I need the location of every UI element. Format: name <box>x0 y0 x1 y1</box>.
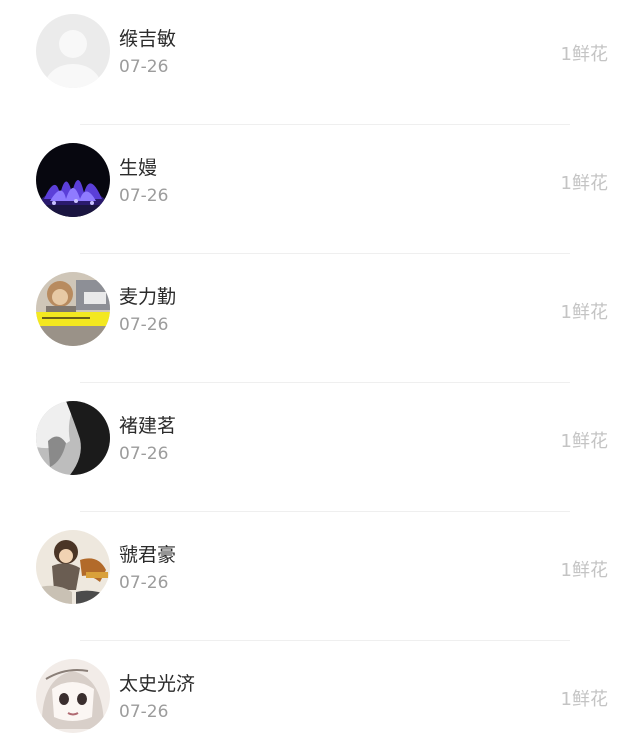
user-name[interactable]: 褚建茗 <box>119 411 176 438</box>
user-name[interactable]: 缑吉敏 <box>119 24 176 51</box>
grayscale-sketch-avatar[interactable] <box>36 401 110 475</box>
sketch-portrait-icon <box>36 401 110 475</box>
fountain-image-icon <box>36 143 110 217</box>
user-name[interactable]: 太史光济 <box>119 669 195 696</box>
manga-girl-icon <box>36 659 110 733</box>
fountain-night-avatar[interactable] <box>36 143 110 217</box>
flower-count: 1鲜花 <box>560 689 608 710</box>
user-name[interactable]: 虢君豪 <box>119 540 176 567</box>
default-avatar-icon[interactable] <box>36 14 110 88</box>
row-divider <box>80 253 570 254</box>
gift-date: 07-26 <box>119 186 169 206</box>
list-item[interactable]: 麦力勤 07-26 1鲜花 <box>0 258 640 387</box>
list-item[interactable]: 虢君豪 07-26 1鲜花 <box>0 516 640 645</box>
flower-count: 1鲜花 <box>560 560 608 581</box>
flower-count: 1鲜花 <box>560 44 608 65</box>
list-item[interactable]: 生嫚 07-26 1鲜花 <box>0 129 640 258</box>
row-divider <box>80 511 570 512</box>
anime-character-avatar[interactable] <box>36 530 110 604</box>
row-divider <box>80 124 570 125</box>
gift-date: 07-26 <box>119 573 169 593</box>
flower-giver-list: 缑吉敏 07-26 1鲜花 生嫚 07-26 1鲜花 麦力勤 07-26 1鲜花… <box>0 0 640 750</box>
anime-character-icon <box>36 530 110 604</box>
gift-date: 07-26 <box>119 315 169 335</box>
gift-date: 07-26 <box>119 57 169 77</box>
list-item[interactable]: 褚建茗 07-26 1鲜花 <box>0 387 640 516</box>
row-divider <box>80 382 570 383</box>
flower-count: 1鲜花 <box>560 302 608 323</box>
flower-count: 1鲜花 <box>560 431 608 452</box>
photo-avatar-yellow-caption[interactable] <box>36 272 110 346</box>
manga-girl-avatar[interactable] <box>36 659 110 733</box>
user-name[interactable]: 麦力勤 <box>119 282 176 309</box>
list-item[interactable]: 太史光济 07-26 1鲜花 <box>0 645 640 750</box>
list-item[interactable]: 缑吉敏 07-26 1鲜花 <box>0 0 640 129</box>
flower-count: 1鲜花 <box>560 173 608 194</box>
person-silhouette-icon <box>36 14 110 88</box>
gift-date: 07-26 <box>119 702 169 722</box>
user-name[interactable]: 生嫚 <box>119 153 157 180</box>
gift-date: 07-26 <box>119 444 169 464</box>
street-photo-icon <box>36 272 110 346</box>
row-divider <box>80 640 570 641</box>
